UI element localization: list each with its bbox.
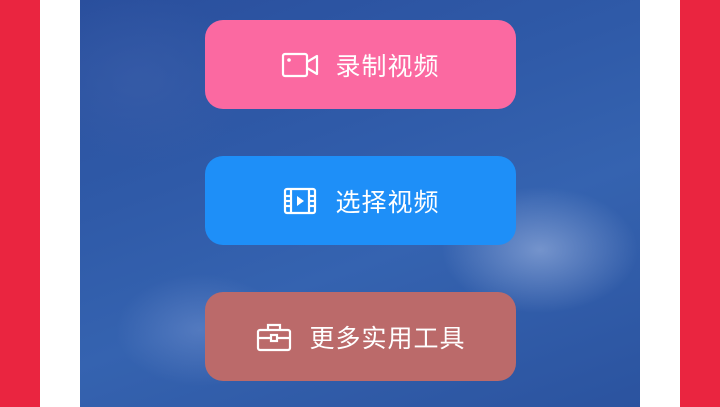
more-tools-label: 更多实用工具 [309,323,466,353]
record-video-label: 录制视频 [335,51,440,81]
more-tools-button[interactable]: 更多实用工具 [205,292,516,381]
phone-screen: 录制视频 选择视频 更多实用工具 [80,0,640,407]
record-video-button[interactable]: 录制视频 [205,20,516,109]
app-stage: 录制视频 选择视频 更多实用工具 [0,0,720,407]
toolbox-icon [255,322,293,352]
select-video-button[interactable]: 选择视频 [205,156,516,245]
video-camera-icon [281,50,319,80]
select-video-label: 选择视频 [335,187,440,217]
film-icon [281,186,319,216]
